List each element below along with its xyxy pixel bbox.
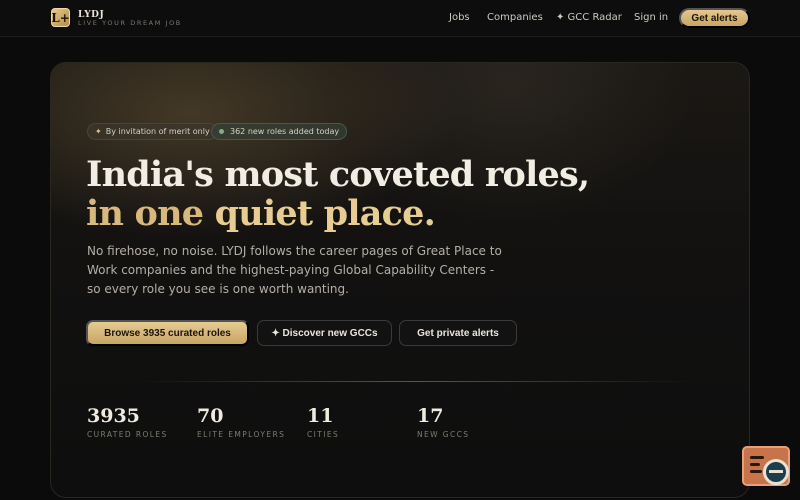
section-divider (136, 381, 696, 382)
headline-line-2: in one quiet place. (86, 194, 589, 233)
private-alerts-button[interactable]: Get private alerts (399, 320, 517, 346)
invite-badge: ✦ By invitation of merit only (87, 123, 218, 140)
browse-roles-button[interactable]: Browse 3935 curated roles (86, 320, 249, 346)
headline-line-1: India's most coveted roles, (86, 154, 590, 195)
new-roles-badge: 362 new roles added today (211, 123, 348, 140)
stat-value: 11 (307, 405, 334, 427)
discover-gccs-button[interactable]: ✦ Discover new GCCs (257, 320, 392, 346)
stat-new-gccs: 17 NEW GCCS (417, 405, 469, 439)
stat-value: 70 (197, 405, 224, 427)
brand-tagline: LIVE YOUR DREAM JOB (78, 19, 182, 27)
hero-card: ✦ By invitation of merit only 362 new ro… (50, 62, 750, 498)
sparkle-icon: ✦ (95, 127, 102, 136)
stat-label: NEW GCCS (417, 430, 470, 439)
top-nav: L+ LYDJ LIVE YOUR DREAM JOB Jobs Compani… (0, 0, 800, 37)
hero-subtext: No firehose, no noise. LYDJ follows the … (87, 244, 502, 296)
logo-glyph: L+ (51, 10, 70, 25)
new-roles-badge-label: 362 new roles added today (230, 127, 340, 136)
widget-line (750, 456, 764, 459)
headline-line-2-start: in one (86, 193, 215, 234)
stat-value: 3935 (87, 405, 140, 427)
nav-jobs[interactable]: Jobs (449, 12, 470, 23)
stat-elite-employers: 70 ELITE EMPLOYERS (197, 405, 285, 439)
stat-label: ELITE EMPLOYERS (197, 430, 286, 439)
widget-line (750, 463, 760, 466)
invite-badge-label: By invitation of merit only (105, 127, 210, 136)
magnifier-icon (763, 459, 789, 485)
nav-companies[interactable]: Companies (487, 12, 543, 23)
hero-headline: India's most coveted roles, in one quiet… (86, 154, 590, 233)
stat-curated-roles: 3935 CURATED ROLES (87, 405, 168, 439)
stat-cities: 11 CITIES (307, 405, 339, 439)
stat-label: CITIES (307, 430, 340, 439)
nav-gcc-radar[interactable]: ✦ GCC Radar (556, 12, 622, 23)
search-widget-icon[interactable] (742, 446, 790, 486)
nav-sign-in[interactable]: Sign in (634, 12, 668, 23)
stat-label: CURATED ROLES (87, 430, 168, 439)
headline-line-2-accent: quiet place. (214, 193, 436, 234)
brand-logo-icon[interactable]: L+ (51, 8, 70, 27)
status-dot-icon (219, 129, 224, 134)
stat-value: 17 (417, 405, 444, 427)
get-alerts-button[interactable]: Get alerts (679, 8, 750, 28)
widget-line (750, 470, 762, 473)
